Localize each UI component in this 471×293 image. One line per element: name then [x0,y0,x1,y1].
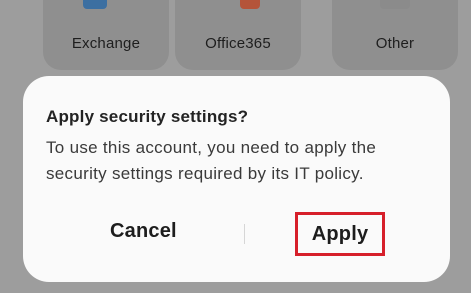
dialog-message: To use this account, you need to apply t… [46,138,377,183]
dialog-actions: Cancel Apply [23,212,450,262]
dialog-title: Apply security settings? [46,107,249,126]
actions-divider [244,224,245,244]
account-tile-label: Other [375,35,415,52]
exchange-icon [83,0,107,9]
apply-button[interactable]: Apply [295,212,385,256]
cancel-button[interactable]: Cancel [110,220,177,243]
account-tile-label: Office365 [205,35,271,52]
account-tile-label: Exchange [71,35,141,52]
screen: Exchange Office365 Other Apply security … [0,0,471,293]
account-tile-other[interactable]: Other [332,0,458,70]
office365-icon [240,0,260,9]
account-type-row: Exchange Office365 Other [0,0,471,74]
security-settings-dialog: Apply security settings? To use this acc… [23,76,450,282]
other-mail-icon [380,0,410,9]
account-tile-exchange[interactable]: Exchange [43,0,169,70]
account-tile-office365[interactable]: Office365 [175,0,301,70]
